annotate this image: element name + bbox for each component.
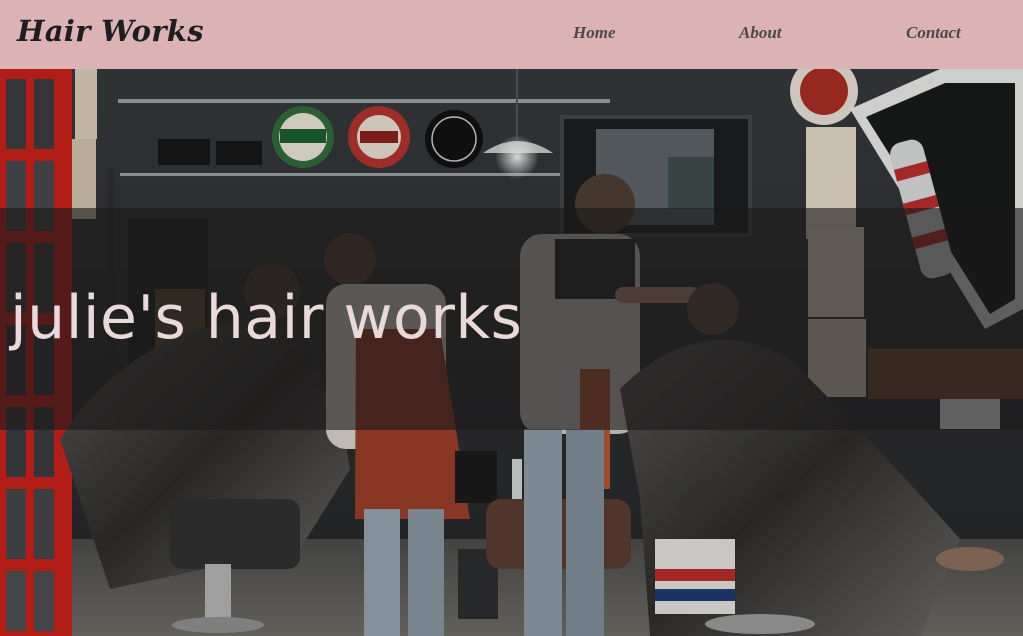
hero-banner: julie's hair works	[0, 208, 1023, 430]
navbar: Hair Works Home About Contact	[0, 0, 1023, 69]
nav-link-contact[interactable]: Contact	[906, 23, 961, 43]
hero-title: julie's hair works	[10, 283, 523, 353]
page: Hair Works Home About Contact julie's ha…	[0, 0, 1023, 636]
nav-link-home[interactable]: Home	[573, 23, 616, 43]
nav-link-about[interactable]: About	[739, 23, 782, 43]
brand-logo[interactable]: Hair Works	[17, 14, 204, 48]
